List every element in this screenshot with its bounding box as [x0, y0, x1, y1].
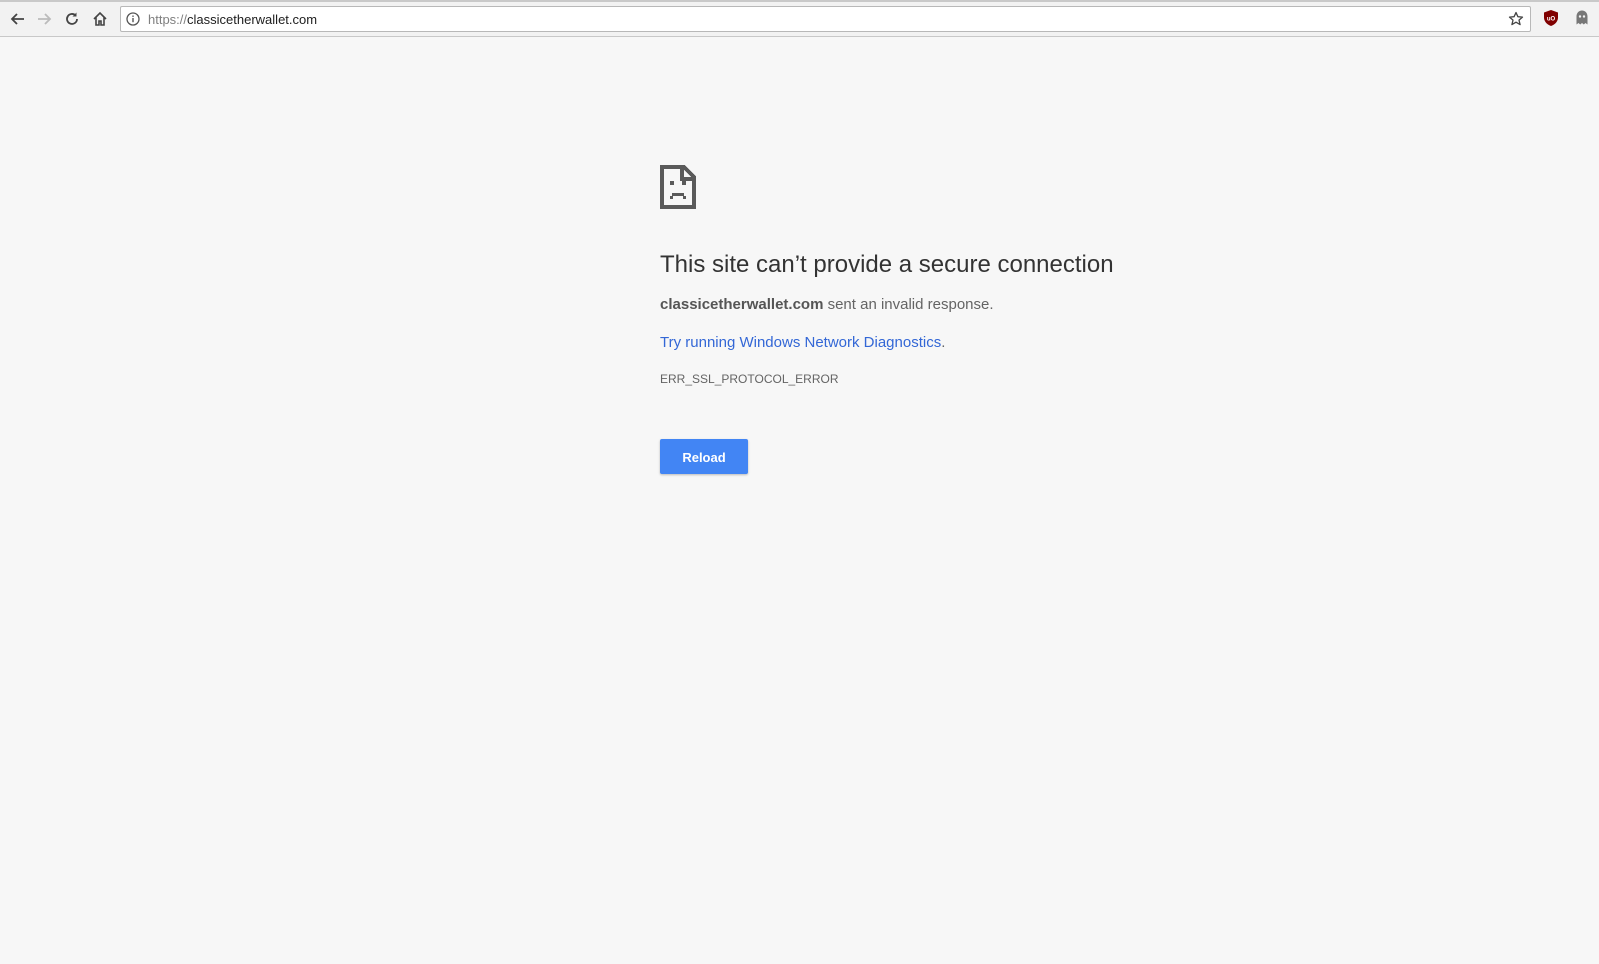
back-arrow-icon [10, 13, 24, 25]
reload-icon [66, 12, 78, 25]
error-summary: classicetherwallet.com sent an invalid r… [660, 295, 1180, 315]
svg-text:uO: uO [1547, 17, 1556, 23]
error-page: This site can’t provide a secure connect… [660, 165, 1180, 474]
diagnostics-period: . [941, 334, 946, 351]
toolbar-top-border [0, 0, 1599, 2]
diagnostics-line: Try running Windows Network Diagnostics. [660, 333, 1180, 353]
home-icon [93, 11, 107, 26]
error-title: This site can’t provide a secure connect… [660, 251, 1114, 278]
reload-button[interactable]: Reload [660, 439, 748, 474]
forward-button[interactable] [34, 8, 56, 30]
error-summary-text: sent an invalid response. [823, 296, 994, 313]
forward-arrow-icon [38, 13, 52, 25]
info-icon[interactable] [126, 12, 140, 26]
ghostery-icon[interactable] [1573, 9, 1591, 27]
address-bar[interactable]: https://classicetherwallet.com [120, 6, 1531, 32]
home-button[interactable] [89, 8, 111, 30]
ublock-origin-icon[interactable]: uO [1542, 9, 1560, 27]
bookmark-star-icon[interactable] [1508, 11, 1524, 27]
sad-page-icon [660, 165, 696, 209]
url-host: classicetherwallet.com [187, 12, 318, 27]
reload-toolbar-button[interactable] [61, 8, 83, 30]
url-scheme: https:// [148, 12, 188, 27]
back-button[interactable] [6, 8, 28, 30]
url-text[interactable]: https://classicetherwallet.com [148, 12, 317, 28]
network-diagnostics-link[interactable]: Try running Windows Network Diagnostics [660, 334, 941, 351]
browser-toolbar: https://classicetherwallet.com uO [0, 0, 1599, 37]
error-host: classicetherwallet.com [660, 296, 824, 313]
error-code: ERR_SSL_PROTOCOL_ERROR [660, 372, 839, 386]
